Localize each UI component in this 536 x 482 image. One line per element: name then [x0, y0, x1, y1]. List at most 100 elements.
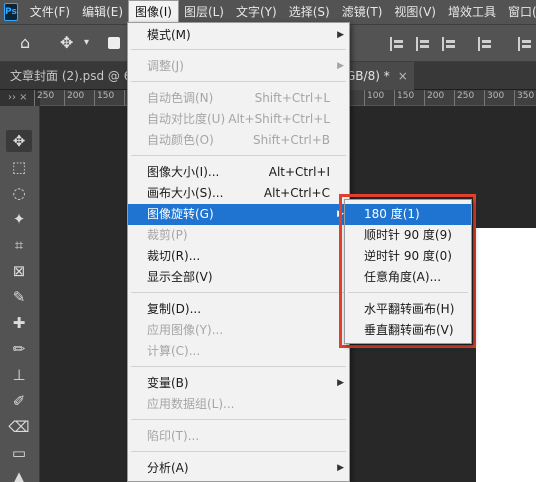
submenu-item-rotate-90-ccw[interactable]: 逆时针 90 度(0)	[345, 246, 471, 267]
healing-brush-tool-icon[interactable]: ✚	[6, 312, 32, 334]
menu-item-mode[interactable]: 模式(M) ▶	[128, 25, 349, 46]
ruler-tick: 250	[454, 90, 474, 106]
crop-tool-icon[interactable]: ⌗	[6, 234, 32, 256]
submenu-item-flip-horizontal[interactable]: 水平翻转画布(H)	[345, 299, 471, 320]
menu-item-label: 垂直翻转画布(V)	[364, 323, 454, 337]
submenu-item-rotate-180[interactable]: 180 度(1)	[345, 204, 471, 225]
move-tool-icon[interactable]: ✥	[6, 130, 32, 152]
document-tab-active[interactable]: GB/8) * ×	[340, 62, 414, 90]
chevron-down-icon[interactable]: ▾	[84, 34, 89, 52]
menu-item-crop: 裁剪(P)	[128, 225, 349, 246]
menu-select[interactable]: 选择(S)	[283, 0, 336, 24]
menu-item-variables[interactable]: 变量(B) ▶	[128, 373, 349, 394]
menu-item-image-rotation[interactable]: 图像旋转(G) ▶	[128, 204, 349, 225]
eraser-tool-icon[interactable]: ⌫	[6, 416, 32, 438]
blur-tool-icon[interactable]: ▲	[6, 466, 32, 482]
menu-separator	[131, 419, 346, 420]
menu-item-auto-color: 自动颜色(O) Shift+Ctrl+B	[128, 130, 349, 151]
menu-edit[interactable]: 编辑(E)	[76, 0, 129, 24]
history-brush-tool-icon[interactable]: ✐	[6, 390, 32, 412]
menu-item-label: 应用图像(Y)...	[147, 323, 224, 337]
menu-separator	[131, 366, 346, 367]
menu-item-analysis[interactable]: 分析(A) ▶	[128, 458, 349, 479]
menu-separator	[131, 451, 346, 452]
menu-item-calculations: 计算(C)...	[128, 341, 349, 362]
ruler-tick: 100	[364, 90, 384, 106]
menu-item-label: 调整(J)	[147, 59, 184, 73]
menu-item-label: 应用数据组(L)...	[147, 397, 235, 411]
submenu-item-arbitrary[interactable]: 任意角度(A)...	[345, 267, 471, 288]
menu-file[interactable]: 文件(F)	[24, 0, 76, 24]
menu-item-apply-data-set: 应用数据组(L)...	[128, 394, 349, 415]
brush-tool-icon[interactable]: ✏	[6, 338, 32, 360]
menu-separator	[131, 49, 346, 50]
menu-item-label: 陷印(T)...	[147, 429, 200, 443]
document-tab-label: GB/8) *	[346, 69, 390, 83]
menu-item-label: 显示全部(V)	[147, 270, 213, 284]
submenu-arrow-icon: ▶	[337, 463, 344, 473]
stamp-tool-icon[interactable]: ⊥	[6, 364, 32, 386]
gradient-tool-icon[interactable]: ▭	[6, 442, 32, 464]
ruler-tick: 200	[424, 90, 444, 106]
menu-item-trim[interactable]: 裁切(R)...	[128, 246, 349, 267]
menu-item-label: 计算(C)...	[147, 344, 201, 358]
menu-item-auto-tone: 自动色调(N) Shift+Ctrl+L	[128, 88, 349, 109]
align-top-icon[interactable]	[478, 37, 492, 51]
menu-item-shortcut: Alt+Ctrl+I	[268, 165, 330, 179]
marquee-tool-icon[interactable]: ⬚	[6, 156, 32, 178]
menu-window[interactable]: 窗口(W)	[502, 0, 536, 24]
close-icon[interactable]: ×	[398, 69, 408, 83]
menu-item-label: 模式(M)	[147, 28, 191, 42]
menu-item-label: 图像大小(I)...	[147, 165, 220, 179]
menu-item-shortcut: Alt+Shift+Ctrl+L	[228, 112, 330, 126]
menu-item-label: 自动颜色(O)	[147, 133, 214, 147]
menu-item-label: 自动对比度(U)	[147, 112, 226, 126]
submenu-item-rotate-90-cw[interactable]: 顺时针 90 度(9)	[345, 225, 471, 246]
menu-filter[interactable]: 滤镜(T)	[336, 0, 389, 24]
menu-item-image-size[interactable]: 图像大小(I)... Alt+Ctrl+I	[128, 162, 349, 183]
submenu-arrow-icon: ▶	[337, 30, 344, 40]
menu-item-label: 分析(A)	[147, 461, 189, 475]
align-left-icon[interactable]	[390, 37, 404, 51]
menu-image[interactable]: 图像(I)	[128, 0, 179, 24]
menu-layer[interactable]: 图层(L)	[178, 0, 230, 24]
menu-item-label: 裁切(R)...	[147, 249, 201, 263]
menu-item-label: 裁剪(P)	[147, 228, 188, 242]
document-tab[interactable]: 文章封面 (2).psd @ 66	[10, 62, 128, 90]
ruler-tick: 300	[484, 90, 504, 106]
menu-item-label: 自动色调(N)	[147, 91, 214, 105]
ruler-tick: 150	[394, 90, 414, 106]
image-rotation-submenu: 180 度(1) 顺时针 90 度(9) 逆时针 90 度(0) 任意角度(A)…	[344, 199, 472, 344]
menu-item-shortcut: Shift+Ctrl+L	[254, 91, 330, 105]
distribute-icon[interactable]	[518, 37, 532, 51]
frame-tool-icon[interactable]: ⊠	[6, 260, 32, 282]
eyedropper-tool-icon[interactable]: ✎	[6, 286, 32, 308]
menu-item-label: 任意角度(A)...	[364, 270, 442, 284]
document-canvas[interactable]	[476, 228, 536, 482]
menu-separator	[131, 292, 346, 293]
menu-item-duplicate[interactable]: 复制(D)...	[128, 299, 349, 320]
home-icon[interactable]: ⌂	[20, 34, 30, 52]
menu-item-label: 图像旋转(G)	[147, 207, 214, 221]
align-center-icon[interactable]	[416, 37, 430, 51]
menu-item-canvas-size[interactable]: 画布大小(S)... Alt+Ctrl+C	[128, 183, 349, 204]
menu-bar: Ps 文件(F) 编辑(E) 图像(I) 图层(L) 文字(Y) 选择(S) 滤…	[0, 0, 536, 24]
ruler-tick: 350	[514, 90, 534, 106]
lasso-tool-icon[interactable]: ◌	[6, 182, 32, 204]
menu-view[interactable]: 视图(V)	[388, 0, 442, 24]
auto-select-checkbox[interactable]	[108, 37, 120, 49]
submenu-item-flip-vertical[interactable]: 垂直翻转画布(V)	[345, 320, 471, 341]
menu-plugins[interactable]: 增效工具	[442, 0, 502, 24]
menu-item-reveal-all[interactable]: 显示全部(V)	[128, 267, 349, 288]
tools-panel: ✥ ⬚ ◌ ✦ ⌗ ⊠ ✎ ✚ ✏ ⊥ ✐ ⌫ ▭ ▲	[0, 106, 40, 482]
magic-wand-tool-icon[interactable]: ✦	[6, 208, 32, 230]
ruler-tick: 200	[64, 90, 84, 106]
submenu-arrow-icon: ▶	[337, 378, 344, 388]
submenu-arrow-icon: ▶	[337, 61, 344, 71]
align-right-icon[interactable]	[442, 37, 456, 51]
move-tool-icon[interactable]: ✥	[60, 34, 73, 52]
menu-type[interactable]: 文字(Y)	[230, 0, 283, 24]
menu-item-auto-contrast: 自动对比度(U) Alt+Shift+Ctrl+L	[128, 109, 349, 130]
photoshop-logo: Ps	[4, 3, 18, 21]
menu-separator	[131, 155, 346, 156]
